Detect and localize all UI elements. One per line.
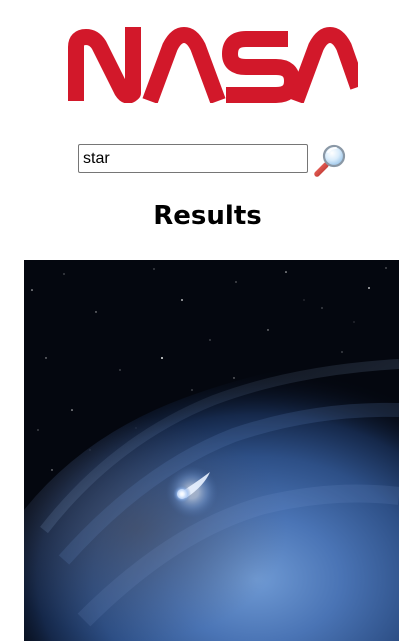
magnifying-glass-icon	[314, 144, 346, 177]
search-input[interactable]	[78, 144, 308, 173]
search-button[interactable]	[314, 143, 348, 177]
result-image[interactable]	[24, 260, 399, 641]
nasa-logo	[66, 27, 358, 103]
nasa-worm-logo-icon	[68, 27, 358, 103]
results-heading: Results	[153, 201, 262, 231]
page: Results	[0, 0, 415, 641]
search-form	[78, 143, 358, 177]
space-image	[24, 260, 399, 641]
